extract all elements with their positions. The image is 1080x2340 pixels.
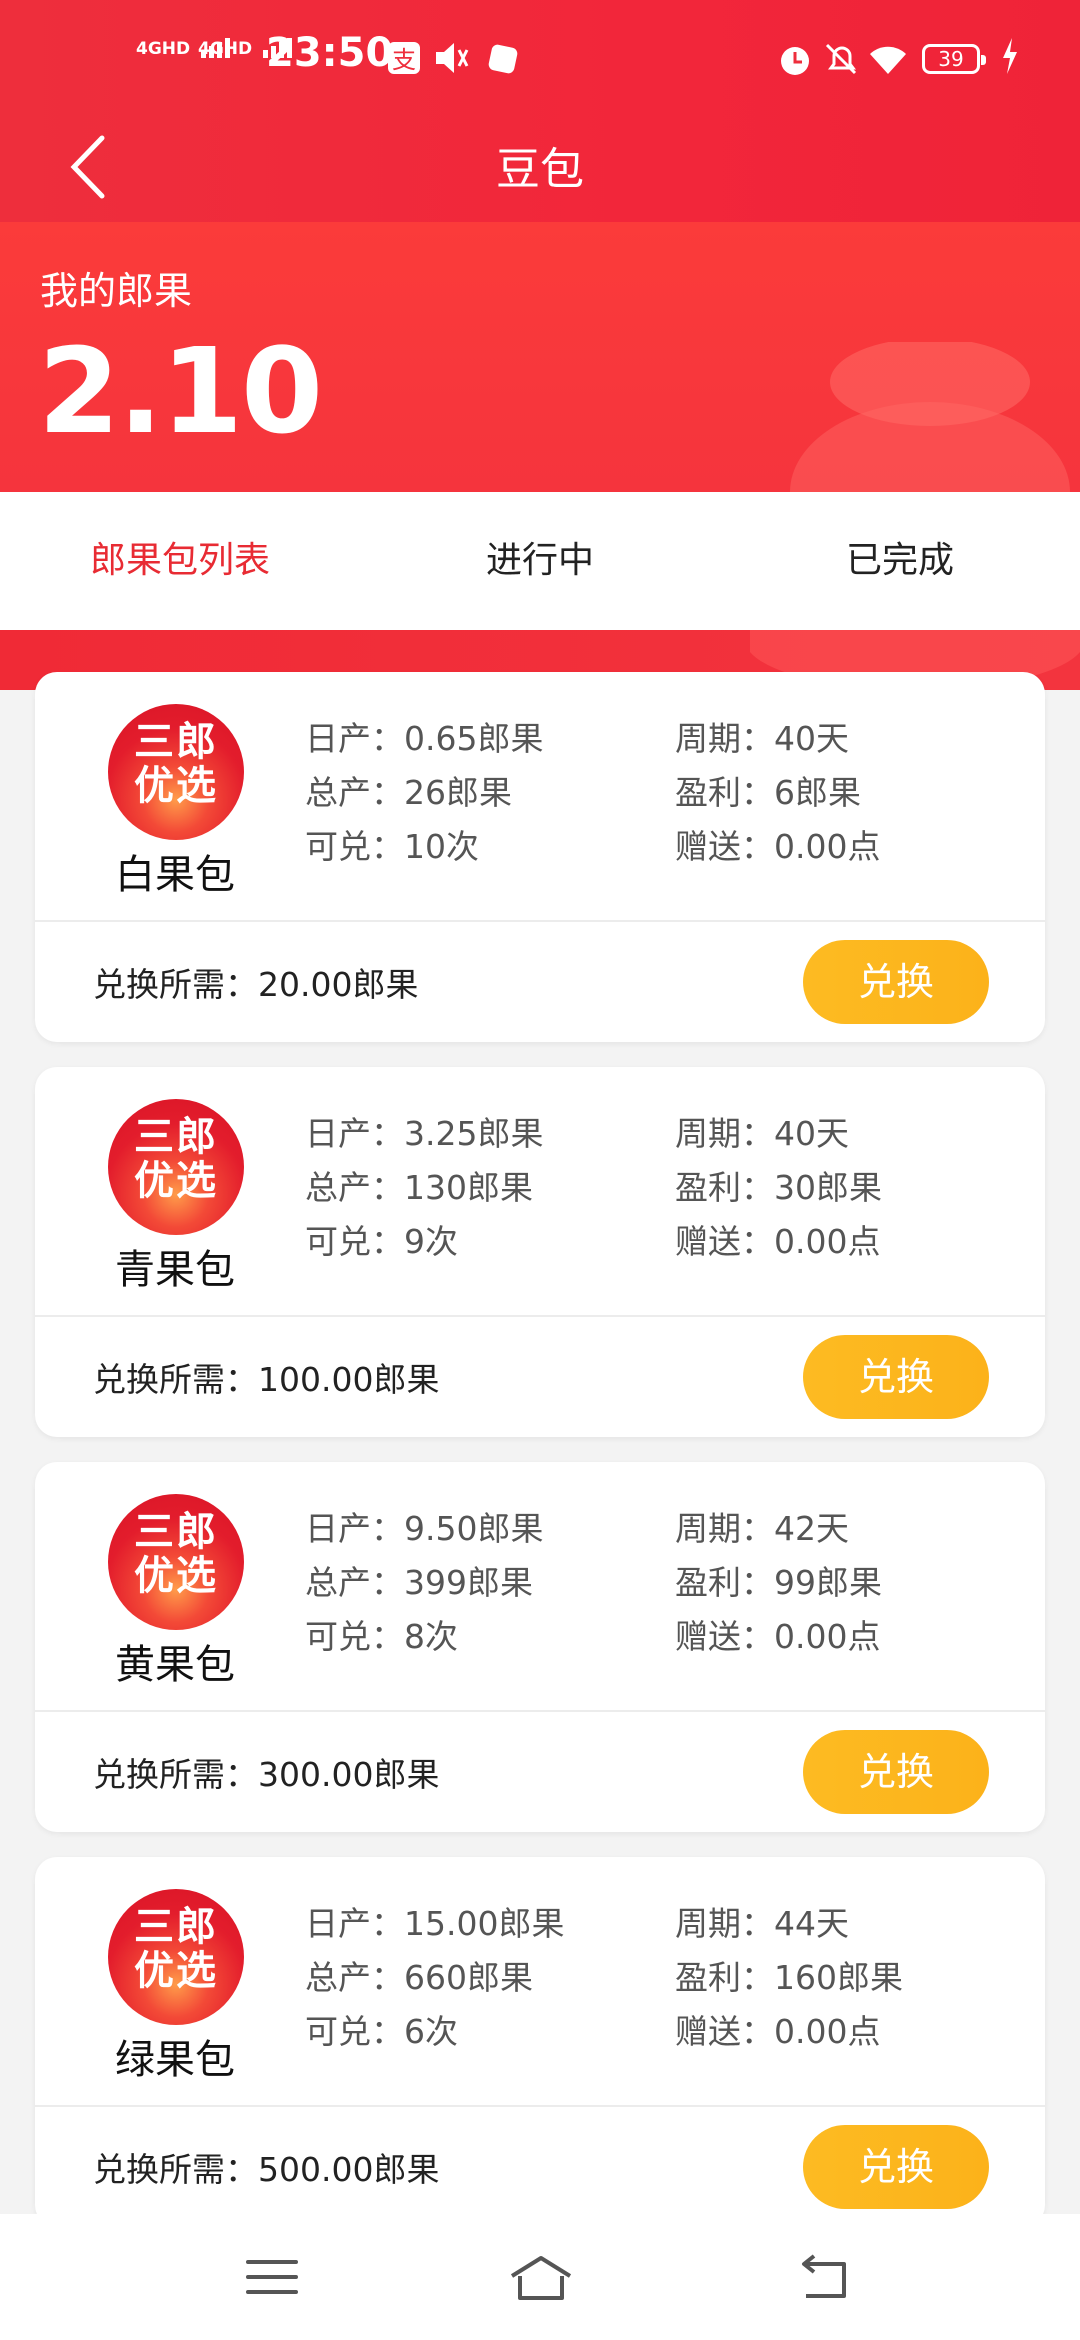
tab-bar: 郎果包列表 进行中 已完成	[0, 492, 1080, 630]
system-nav-bar	[0, 2214, 1080, 2340]
required-amount: 兑换所需：100.00郎果	[93, 1360, 440, 1399]
cycle: 周期：44天	[675, 1904, 849, 1943]
brand-logo-icon: 三郎 优选	[108, 1889, 244, 2025]
status-time: 23:50	[266, 30, 394, 76]
exchange-button[interactable]: 兑换	[803, 1730, 989, 1814]
package-name: 白果包	[115, 852, 235, 898]
redeemable-times: 可兑：10次	[305, 827, 479, 866]
total-yield: 总产：130郎果	[305, 1168, 533, 1207]
wifi-icon	[870, 46, 906, 74]
card-divider	[35, 2105, 1045, 2107]
mute-bell-icon	[825, 43, 857, 75]
balance-value: 2.10	[38, 322, 323, 460]
gift-points: 赠送：0.00点	[675, 1222, 881, 1261]
profit: 盈利：30郎果	[675, 1168, 882, 1207]
money-bag-decoration-icon	[790, 342, 1070, 492]
network-label: 4GHD	[136, 39, 191, 59]
cycle: 周期：40天	[675, 719, 849, 758]
home-icon[interactable]	[506, 2254, 576, 2304]
logo-line1: 三郎	[134, 719, 218, 765]
balance-label: 我的郎果	[40, 269, 193, 313]
logo-line2: 优选	[134, 1158, 218, 1204]
card-divider	[35, 920, 1045, 922]
card-divider	[35, 1315, 1045, 1317]
required-amount: 兑换所需：500.00郎果	[93, 2150, 440, 2189]
required-amount: 兑换所需：300.00郎果	[93, 1755, 440, 1794]
daily-yield: 日产：0.65郎果	[305, 719, 544, 758]
alarm-icon	[781, 47, 809, 75]
redeemable-times: 可兑：9次	[305, 1222, 458, 1261]
card-divider	[35, 1710, 1045, 1712]
logo-line1: 三郎	[134, 1114, 218, 1160]
tab-package-list[interactable]: 郎果包列表	[0, 492, 360, 630]
page-title: 豆包	[496, 144, 584, 195]
package-name: 绿果包	[115, 2037, 235, 2083]
logo-line2: 优选	[134, 1948, 218, 1994]
daily-yield: 日产：15.00郎果	[305, 1904, 565, 1943]
network-label: 4GHD	[198, 39, 253, 59]
redeemable-times: 可兑：6次	[305, 2012, 458, 2051]
total-yield: 总产：26郎果	[305, 773, 512, 812]
cycle: 周期：40天	[675, 1114, 849, 1153]
nav-bar: 豆包	[0, 118, 1080, 222]
status-bar: 4GHD 4GHD 23:50 支 39	[0, 0, 1080, 118]
package-card: 三郎 优选 绿果包 日产：15.00郎果 周期：44天 总产：660郎果 盈利：1…	[35, 1857, 1045, 2227]
balance-banner: 我的郎果 2.10	[0, 222, 1080, 492]
brand-logo-icon: 三郎 优选	[108, 704, 244, 840]
tab-in-progress[interactable]: 进行中	[360, 492, 720, 630]
gift-points: 赠送：0.00点	[675, 1617, 881, 1656]
cycle: 周期：42天	[675, 1509, 849, 1548]
return-icon[interactable]	[794, 2254, 854, 2304]
profit: 盈利：6郎果	[675, 773, 861, 812]
package-name: 青果包	[115, 1247, 235, 1293]
exchange-button[interactable]: 兑换	[803, 1335, 989, 1419]
tab-completed[interactable]: 已完成	[720, 492, 1080, 630]
required-amount: 兑换所需：20.00郎果	[93, 965, 419, 1004]
logo-line1: 三郎	[134, 1904, 218, 1950]
gift-points: 赠送：0.00点	[675, 2012, 881, 2051]
daily-yield: 日产：3.25郎果	[305, 1114, 544, 1153]
total-yield: 总产：660郎果	[305, 1958, 533, 1997]
profit: 盈利：160郎果	[675, 1958, 903, 1997]
daily-yield: 日产：9.50郎果	[305, 1509, 544, 1548]
brand-logo-icon: 三郎 优选	[108, 1099, 244, 1235]
redeemable-times: 可兑：8次	[305, 1617, 458, 1656]
package-card: 三郎 优选 青果包 日产：3.25郎果 周期：40天 总产：130郎果 盈利：30…	[35, 1067, 1045, 1437]
logo-line2: 优选	[134, 1553, 218, 1599]
svg-text:支: 支	[392, 46, 416, 74]
menu-icon[interactable]	[244, 2254, 300, 2300]
payment-app-icon: 支	[388, 42, 420, 74]
package-name: 黄果包	[115, 1642, 235, 1688]
exchange-button[interactable]: 兑换	[803, 2125, 989, 2209]
speaker-mute-icon	[436, 43, 469, 73]
charging-icon	[1003, 38, 1017, 74]
package-card: 三郎 优选 白果包 日产：0.65郎果 周期：40天 总产：26郎果 盈利：6郎果…	[35, 672, 1045, 1042]
total-yield: 总产：399郎果	[305, 1563, 533, 1602]
app-notification-icon	[488, 44, 518, 74]
logo-line2: 优选	[134, 763, 218, 809]
app-header: 4GHD 4GHD 23:50 支 39 豆包	[0, 0, 1080, 222]
logo-line1: 三郎	[134, 1509, 218, 1555]
profit: 盈利：99郎果	[675, 1563, 882, 1602]
battery-level: 39	[938, 47, 964, 71]
package-card: 三郎 优选 黄果包 日产：9.50郎果 周期：42天 总产：399郎果 盈利：99…	[35, 1462, 1045, 1832]
gift-points: 赠送：0.00点	[675, 827, 881, 866]
brand-logo-icon: 三郎 优选	[108, 1494, 244, 1630]
exchange-button[interactable]: 兑换	[803, 940, 989, 1024]
battery-icon: 39	[922, 44, 986, 74]
